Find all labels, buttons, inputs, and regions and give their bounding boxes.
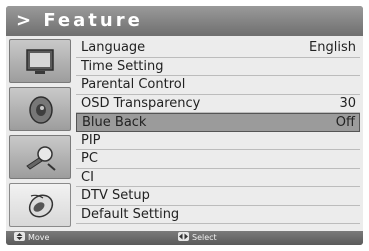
menu-item-label: OSD Transparency	[81, 95, 201, 111]
up-down-arrow-icon	[14, 232, 25, 241]
menu-item-label: DTV Setup	[81, 188, 150, 203]
footer-hint-bar: Move Select	[6, 231, 363, 245]
menu-item-label: Language	[81, 40, 146, 55]
move-hint-label: Move	[28, 233, 50, 242]
menu-item-ci[interactable]: CI	[76, 169, 360, 187]
menu-item-pc[interactable]: PC	[76, 150, 360, 169]
menu-panel: Language English Time Setting Parental C…	[6, 36, 363, 231]
menu-item-label: CI	[81, 169, 94, 185]
move-hint: Move	[14, 232, 49, 244]
feature-menu-window: > Feature Language English Time Setting …	[6, 6, 363, 245]
sound-icon	[29, 96, 53, 124]
menu-item-label: Parental Control	[81, 77, 186, 92]
menu-item-pip[interactable]: PIP	[76, 132, 360, 150]
menu-item-parental-control[interactable]: Parental Control	[76, 76, 360, 95]
menu-item-value: Off	[335, 115, 355, 130]
menu-item-label: Blue Back	[82, 115, 147, 130]
setup-icon	[26, 146, 56, 171]
picture-icon	[26, 49, 54, 74]
menu-item-blue-back[interactable]: Blue Back Off	[76, 113, 360, 132]
menu-item-value: English	[309, 40, 356, 55]
menu-item-label: PIP	[81, 132, 101, 148]
feature-menu-list: Language English Time Setting Parental C…	[76, 39, 360, 228]
menu-item-label: Default Setting	[81, 206, 180, 222]
category-icon-column	[9, 39, 71, 228]
select-hint: Select	[178, 232, 217, 244]
menu-item-language[interactable]: Language English	[76, 39, 360, 58]
feature-icon	[28, 194, 54, 218]
menu-item-dtv-setup[interactable]: DTV Setup	[76, 187, 360, 206]
category-tab-feature[interactable]	[9, 183, 71, 227]
select-hint-label: Select	[192, 233, 217, 242]
menu-item-default-setting[interactable]: Default Setting	[76, 206, 360, 224]
menu-item-osd-transparency[interactable]: OSD Transparency 30	[76, 95, 360, 113]
menu-title: > Feature	[16, 10, 143, 31]
category-tab-picture[interactable]	[9, 39, 71, 83]
menu-item-time-setting[interactable]: Time Setting	[76, 58, 360, 76]
title-bar: > Feature	[6, 6, 363, 36]
left-right-arrow-icon	[178, 232, 189, 241]
menu-item-label: Time Setting	[81, 58, 164, 74]
menu-item-value: 30	[339, 95, 356, 111]
menu-item-label: PC	[81, 151, 98, 166]
tv-osd-screen: > Feature Language English Time Setting …	[0, 0, 369, 251]
category-tab-setup[interactable]	[9, 135, 71, 179]
category-tab-sound[interactable]	[9, 87, 71, 131]
